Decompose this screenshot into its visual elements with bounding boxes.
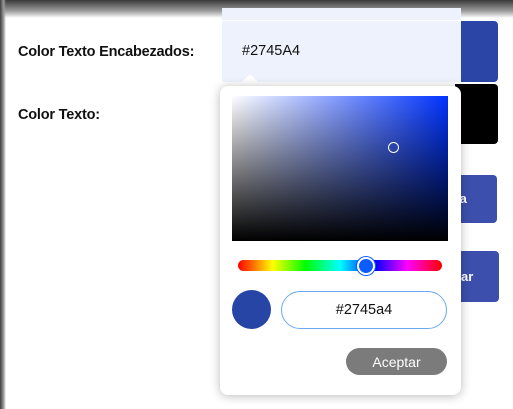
heading-color-label: Color Texto Encabezados: [18,44,195,60]
color-picker-popup: Aceptar [220,86,461,395]
heading-color-field[interactable]: #2745A4 [222,21,461,82]
text-color-label: Color Texto: [18,107,100,123]
popup-arrow [238,74,262,86]
accept-button[interactable]: Aceptar [346,348,447,375]
hue-slider[interactable] [238,260,442,271]
window-left-edge [0,0,6,409]
color-preview-swatch [232,290,271,329]
hue-slider-thumb[interactable] [357,257,375,275]
text-color-swatch[interactable] [455,84,498,144]
heading-color-swatch[interactable] [461,21,498,82]
saturation-brightness-handle[interactable] [388,142,399,153]
hex-color-input[interactable] [281,291,447,329]
saturation-brightness-area[interactable] [232,96,448,241]
color-field-above[interactable] [222,8,461,20]
